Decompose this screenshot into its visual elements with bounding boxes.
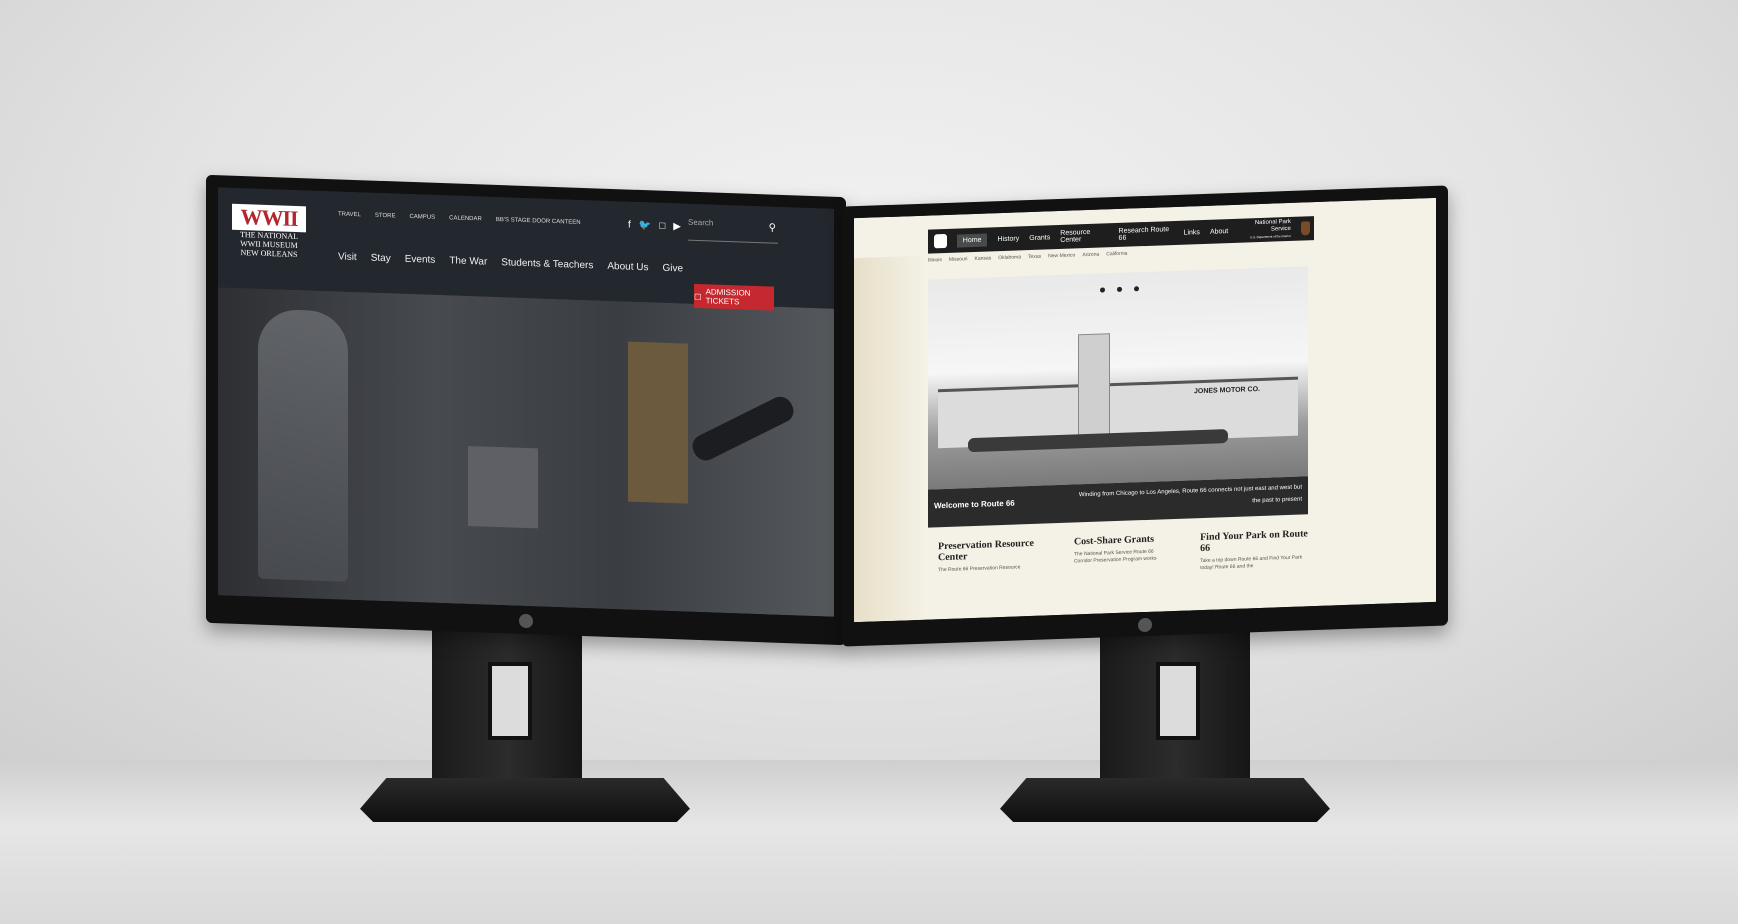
nav-grants[interactable]: Grants (1029, 234, 1050, 242)
nps-agency[interactable]: National Park Service U.S. Department of… (1238, 218, 1291, 241)
search-icon[interactable]: ⚲ (769, 222, 776, 233)
facebook-icon[interactable]: f (628, 220, 631, 231)
nav-give[interactable]: Give (663, 263, 684, 275)
feature-text: The Route 66 Preservation Resource (938, 564, 1021, 574)
wwii-main-nav: Visit Stay Events The War Students & Tea… (338, 251, 683, 274)
wwii-logo[interactable]: WWII THE NATIONAL WWII MUSEUM NEW ORLEAN… (232, 203, 306, 267)
ticket-icon: ▢ (694, 291, 702, 301)
nav-resource-center[interactable]: Resource Center (1060, 228, 1108, 244)
welcome-title: Welcome to Route 66 (934, 498, 1015, 511)
hp-logo-icon (519, 613, 533, 629)
nps-agency-department: U.S. Department of the Interior (1250, 233, 1291, 239)
right-monitor: Home History Grants Resource Center Rese… (842, 185, 1448, 647)
state-kansas[interactable]: Kansas (975, 255, 992, 262)
nav-students-teachers[interactable]: Students & Teachers (501, 257, 593, 271)
hero-display-case (468, 445, 538, 529)
floor (0, 760, 1738, 924)
motor-co-tower (1078, 333, 1110, 447)
instagram-icon[interactable]: □ (659, 221, 665, 232)
state-arizona[interactable]: Arizona (1082, 252, 1099, 259)
left-monitor-screen: WWII THE NATIONAL WWII MUSEUM NEW ORLEAN… (218, 187, 834, 617)
nav-about[interactable]: About (1210, 228, 1228, 236)
feature-title-line1: Preservation Resource (938, 537, 1034, 553)
state-texas[interactable]: Texas (1028, 254, 1041, 260)
twitter-icon[interactable]: 🐦 (639, 220, 651, 231)
nav-about-us[interactable]: About Us (607, 261, 648, 273)
route66-hero-photo: JONES MOTOR CO. (928, 266, 1308, 490)
feature-column[interactable]: Preservation Resource Center The Route 66… (938, 537, 1046, 581)
wwii-logo-mark: WWII (232, 203, 306, 233)
welcome-text-line2: the past to present (1252, 496, 1302, 505)
route66-shield-icon[interactable] (934, 233, 947, 249)
left-monitor-stand-hole (488, 662, 532, 740)
hero-wood-panel (628, 341, 688, 504)
nav-the-war[interactable]: The War (449, 255, 487, 267)
wwii-search-input[interactable]: Search ⚲ (688, 217, 778, 244)
nav-history[interactable]: History (997, 235, 1019, 243)
right-monitor-stand-hole (1156, 662, 1200, 740)
feature-text: The National Park Service Route 66 Corri… (1073, 548, 1157, 565)
util-link-campus[interactable]: CAMPUS (409, 214, 435, 221)
nav-events[interactable]: Events (405, 254, 436, 266)
util-link-canteen[interactable]: BB'S STAGE DOOR CANTEEN (496, 217, 581, 226)
wwii-logo-line3: NEW ORLEANS (240, 248, 298, 260)
state-new-mexico[interactable]: New Mexico (1048, 252, 1075, 259)
carousel-dot[interactable] (1117, 286, 1122, 292)
right-monitor-screen: Home History Grants Resource Center Rese… (854, 197, 1436, 623)
nav-visit[interactable]: Visit (338, 251, 357, 263)
admission-tickets-button[interactable]: ▢ ADMISSION TICKETS (694, 283, 774, 311)
nav-links[interactable]: Links (1184, 229, 1200, 237)
nav-research-route-66[interactable]: Research Route 66 (1119, 226, 1174, 242)
hero-soldier-figure (258, 308, 348, 582)
welcome-text-line1: Winding from Chicago to Los Angeles, Rou… (1078, 484, 1302, 499)
nav-stay[interactable]: Stay (371, 253, 391, 265)
carousel-dots[interactable] (1100, 286, 1139, 293)
nps-agency-name: National Park Service (1254, 218, 1291, 233)
feature-column[interactable]: Cost-Share Grants The National Park Serv… (1074, 533, 1172, 576)
hero-airplane (688, 392, 798, 465)
left-monitor: WWII THE NATIONAL WWII MUSEUM NEW ORLEAN… (206, 174, 846, 646)
feature-column[interactable]: Find Your Park on Route 66 Take a trip d… (1200, 528, 1308, 572)
carousel-dot[interactable] (1100, 287, 1105, 293)
carousel-dot[interactable] (1134, 286, 1139, 292)
admission-tickets-label: ADMISSION TICKETS (705, 287, 751, 307)
util-link-travel[interactable]: TRAVEL (338, 211, 361, 218)
nav-home[interactable]: Home (956, 233, 988, 248)
wwii-search-placeholder: Search (688, 217, 714, 228)
wwii-utility-nav: TRAVEL STORE CAMPUS CALENDAR BB'S STAGE … (338, 211, 581, 225)
feature-title: Cost-Share Grants (1073, 533, 1155, 548)
wwii-social-icons: f 🐦 □ ▶ (628, 220, 681, 233)
util-link-store[interactable]: STORE (375, 213, 396, 220)
feature-title: Find Your Park on Route 66 (1200, 528, 1308, 555)
feature-title-line2: Center (938, 551, 968, 564)
route66-left-decoration (854, 255, 926, 623)
nps-arrowhead-icon (1300, 221, 1310, 236)
right-monitor-stand-base (1000, 778, 1330, 822)
state-missouri[interactable]: Missouri (949, 256, 968, 263)
youtube-icon[interactable]: ▶ (673, 221, 681, 232)
left-monitor-stand-base (360, 778, 690, 822)
state-california[interactable]: California (1106, 251, 1127, 258)
state-oklahoma[interactable]: Oklahoma (998, 254, 1021, 261)
util-link-calendar[interactable]: CALENDAR (449, 215, 482, 222)
hp-logo-icon (1138, 617, 1152, 633)
museum-hero-photo (218, 287, 834, 617)
state-illinois[interactable]: Illinois (928, 257, 942, 263)
